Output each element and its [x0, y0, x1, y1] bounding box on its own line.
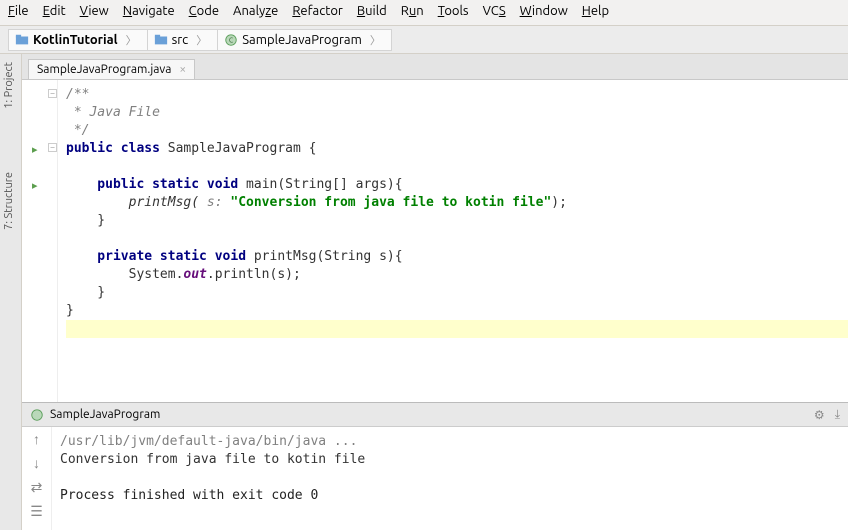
gear-icon[interactable]: ⚙	[814, 408, 825, 422]
menu-refactor[interactable]: Refactor	[292, 4, 343, 21]
menu-build[interactable]: Build	[357, 4, 387, 21]
chevron-right-icon: 〉	[366, 32, 385, 48]
menu-edit[interactable]: Edit	[43, 4, 66, 21]
menu-analyze[interactable]: Analyze	[233, 4, 278, 21]
sidetab-structure[interactable]: 7: Structure	[3, 172, 15, 230]
print-icon[interactable]: ☰	[28, 503, 46, 521]
fold-icon[interactable]: −	[48, 89, 57, 98]
arrow-up-icon[interactable]: ↑	[28, 431, 46, 449]
code-area[interactable]: /** * Java File */ public class SampleJa…	[58, 80, 848, 402]
breadcrumb-file[interactable]: C SampleJavaProgram 〉	[217, 29, 392, 51]
run-gutter-icon[interactable]: ▸	[32, 179, 38, 192]
run-config-name: SampleJavaProgram	[50, 408, 160, 421]
editor-tabbar: SampleJavaProgram.java ×	[22, 54, 848, 80]
left-toolwindows: 1: Project 7: Structure	[0, 54, 22, 530]
menu-view[interactable]: View	[80, 4, 109, 21]
run-side-toolbar: ↑ ↓ ⇄ ☰	[22, 427, 52, 530]
breadcrumb-src[interactable]: src 〉	[147, 29, 219, 51]
wrap-icon[interactable]: ⇄	[28, 479, 46, 497]
menu-navigate[interactable]: Navigate	[123, 4, 175, 21]
menu-vcs[interactable]: VCS	[483, 4, 506, 21]
download-icon[interactable]: ⤓	[835, 408, 840, 422]
editor[interactable]: − − ▸ ▸ /** * Java File */ public class …	[22, 80, 848, 402]
run-gutter-icon[interactable]: ▸	[32, 143, 38, 156]
menubar: File Edit View Navigate Code Analyze Ref…	[0, 0, 848, 26]
menu-file[interactable]: File	[8, 4, 29, 21]
breadcrumb: KotlinTutorial 〉 src 〉 C SampleJavaProgr…	[0, 26, 848, 54]
java-class-icon	[30, 408, 44, 422]
menu-run[interactable]: Run	[401, 4, 424, 21]
arrow-down-icon[interactable]: ↓	[28, 455, 46, 473]
editor-tab[interactable]: SampleJavaProgram.java ×	[28, 59, 195, 79]
menu-code[interactable]: Code	[189, 4, 219, 21]
svg-text:C: C	[229, 36, 234, 44]
chevron-right-icon: 〉	[192, 32, 211, 48]
run-toolwindow: SampleJavaProgram ⚙ ⤓ ↑ ↓ ⇄ ☰ /usr/lib/j…	[22, 402, 848, 530]
menu-window[interactable]: Window	[520, 4, 568, 21]
editor-gutter[interactable]: − − ▸ ▸	[22, 80, 58, 402]
folder-icon	[154, 33, 168, 47]
chevron-right-icon: 〉	[122, 32, 141, 48]
close-tab-icon[interactable]: ×	[179, 63, 186, 76]
sidetab-project[interactable]: 1: Project	[3, 62, 15, 109]
java-class-icon: C	[224, 33, 238, 47]
breadcrumb-project[interactable]: KotlinTutorial 〉	[8, 29, 148, 51]
editor-tab-label: SampleJavaProgram.java	[37, 63, 171, 76]
folder-icon	[15, 33, 29, 47]
menu-help[interactable]: Help	[582, 4, 609, 21]
console-output[interactable]: /usr/lib/jvm/default-java/bin/java ... C…	[52, 427, 848, 530]
menu-tools[interactable]: Tools	[438, 4, 469, 21]
fold-icon[interactable]: −	[48, 143, 57, 152]
